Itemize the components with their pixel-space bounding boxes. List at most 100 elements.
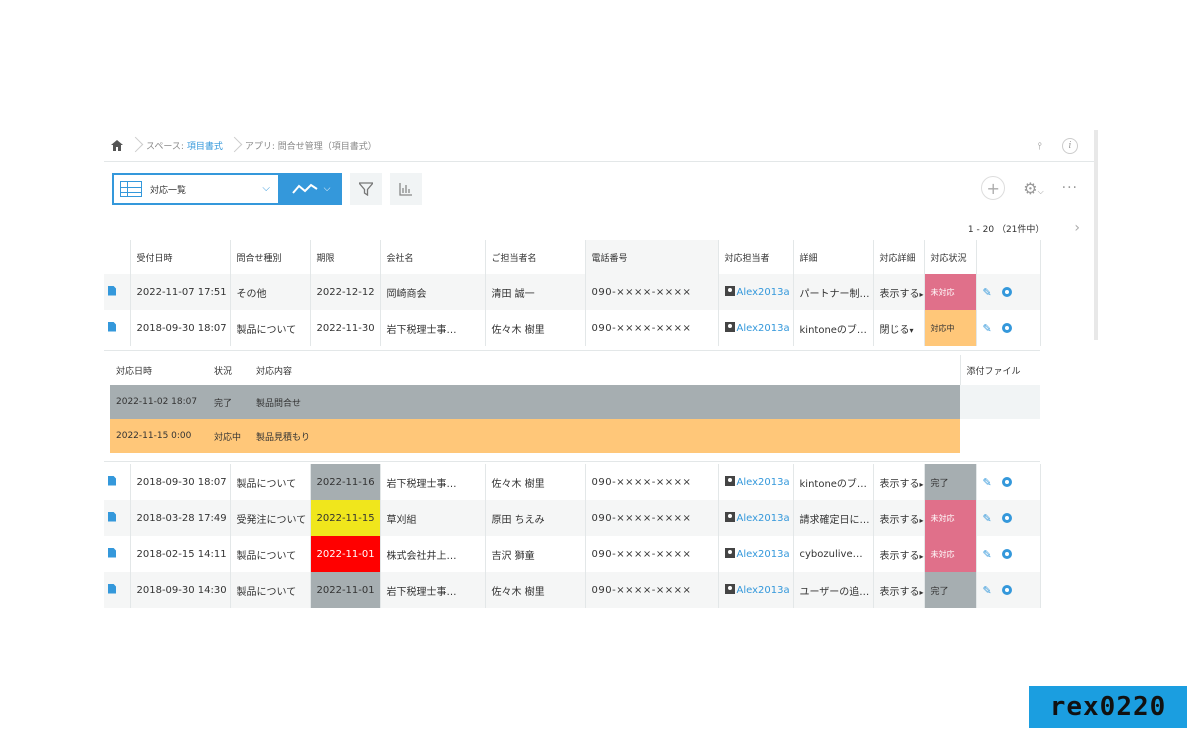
toggle-label[interactable]: 表示する xyxy=(880,479,920,490)
settings-icon[interactable] xyxy=(1001,323,1012,333)
cell-toggle[interactable]: 閉じる▾ xyxy=(873,310,925,346)
toggle-label[interactable]: 表示する xyxy=(880,587,920,598)
view-selector[interactable]: 対応一覧 ⌵ xyxy=(112,173,280,205)
cell-detail: ユーザーの追… xyxy=(793,572,874,608)
subtable-header: 対応内容 xyxy=(256,366,293,377)
cell-deadline: 2022-11-15 xyxy=(310,500,381,536)
document-icon[interactable] xyxy=(108,285,116,296)
table-row[interactable]: 2022-11-07 17:51 その他 2022-12-12 岡崎商会 清田 … xyxy=(104,274,1041,310)
subtable-header: 添付ファイル xyxy=(959,355,1040,385)
toggle-label[interactable]: 表示する xyxy=(880,551,920,562)
cell-detail: kintoneのブ… xyxy=(793,464,874,500)
table-row[interactable]: 2018-09-30 14:30 製品について 2022-11-01 岩下税理士… xyxy=(104,572,1041,608)
home-icon[interactable] xyxy=(104,140,130,151)
settings-icon[interactable] xyxy=(1001,477,1012,487)
expand-icon: ▸ xyxy=(919,515,924,525)
cell-contact: 吉沢 獅童 xyxy=(485,536,586,572)
space-name-link[interactable]: 項目書式 xyxy=(187,142,223,152)
pencil-icon[interactable]: ✎ xyxy=(983,322,992,335)
breadcrumb-app[interactable]: アプリ: 問合せ管理（項目書式） xyxy=(241,139,383,152)
cell-toggle[interactable]: 表示する▸ xyxy=(873,572,925,608)
cell-company[interactable]: 岩下税理士事… xyxy=(380,310,486,346)
column-header[interactable]: 詳細 xyxy=(793,240,874,274)
cell-contact: 佐々木 樹里 xyxy=(485,572,586,608)
cell-assignee[interactable]: Alex2013a xyxy=(737,287,790,298)
cell-toggle[interactable]: 表示する▸ xyxy=(873,536,925,572)
cell-assignee[interactable]: Alex2013a xyxy=(737,585,790,596)
pencil-icon[interactable]: ✎ xyxy=(983,476,992,489)
subtable-row: 2022-11-15 0:00 対応中 製品見積もり xyxy=(110,419,1040,453)
cell-toggle[interactable]: 表示する▸ xyxy=(873,274,925,310)
cell-contact: 佐々木 樹里 xyxy=(485,310,586,346)
document-icon[interactable] xyxy=(108,475,116,486)
cell-phone[interactable]: 090-××××-×××× xyxy=(585,310,719,346)
cell-company[interactable]: 岩下税理士事… xyxy=(380,572,486,608)
table-row[interactable]: 2018-09-30 18:07 製品について 2022-11-16 岩下税理士… xyxy=(104,464,1041,500)
cell-company[interactable]: 岡崎商会 xyxy=(380,274,486,310)
info-icon[interactable]: i xyxy=(1062,138,1078,154)
cell-company[interactable]: 株式会社井上… xyxy=(380,536,486,572)
cell-phone[interactable]: 090-××××-×××× xyxy=(585,536,719,572)
column-header[interactable]: 対応担当者 xyxy=(718,240,794,274)
column-header[interactable]: 会社名 xyxy=(380,240,486,274)
column-header[interactable]: 電話番号 xyxy=(585,240,719,274)
toggle-label[interactable]: 表示する xyxy=(880,289,920,300)
pencil-icon[interactable]: ✎ xyxy=(983,286,992,299)
chart-icon xyxy=(399,183,412,196)
next-page-icon[interactable]: › xyxy=(1074,220,1080,236)
cell-phone[interactable]: 090-××××-×××× xyxy=(585,464,719,500)
cell-company[interactable]: 草刈組 xyxy=(380,500,486,536)
column-header[interactable]: ご担当者名 xyxy=(485,240,586,274)
document-icon[interactable] xyxy=(108,511,116,522)
cell-assignee[interactable]: Alex2013a xyxy=(737,513,790,524)
subtable-panel: 対応日時 状況 対応内容 添付ファイル 2022-11-02 18:07 完了 … xyxy=(104,350,1040,462)
document-icon[interactable] xyxy=(108,583,116,594)
pencil-icon[interactable]: ✎ xyxy=(983,548,992,561)
subtable: 対応日時 状況 対応内容 添付ファイル 2022-11-02 18:07 完了 … xyxy=(110,355,1040,453)
plus-icon[interactable]: + xyxy=(981,176,1006,200)
table-row[interactable]: 2018-09-30 18:07 製品について 2022-11-30 岩下税理士… xyxy=(104,310,1041,346)
column-header[interactable]: 期限 xyxy=(310,240,381,274)
cell-deadline: 2022-12-12 xyxy=(310,274,381,310)
column-header[interactable]: 対応状況 xyxy=(924,240,977,274)
user-icon xyxy=(724,476,735,486)
breadcrumb: スペース: 項目書式 アプリ: 問合せ管理（項目書式） ⫯ i xyxy=(104,130,1098,162)
pencil-icon[interactable]: ✎ xyxy=(983,584,992,597)
document-icon[interactable] xyxy=(108,321,116,332)
app-prefix: アプリ: xyxy=(244,142,278,152)
filter-button[interactable] xyxy=(350,173,382,205)
column-header[interactable]: 対応詳細 xyxy=(873,240,925,274)
pencil-icon[interactable]: ✎ xyxy=(983,512,992,525)
column-header[interactable]: 受付日時 xyxy=(130,240,231,274)
more-icon[interactable]: ··· xyxy=(1062,180,1078,196)
graph-button[interactable]: ⌵ xyxy=(280,173,342,205)
cell-phone[interactable]: 090-××××-×××× xyxy=(585,274,719,310)
chevron-down-icon: ⌵ xyxy=(262,183,270,194)
cell-toggle[interactable]: 表示する▸ xyxy=(873,500,925,536)
table-row[interactable]: 2018-03-28 17:49 受発注について 2022-11-15 草刈組 … xyxy=(104,500,1041,536)
toggle-label[interactable]: 表示する xyxy=(880,515,920,526)
cell-phone[interactable]: 090-××××-×××× xyxy=(585,500,719,536)
cell-toggle[interactable]: 表示する▸ xyxy=(873,464,925,500)
kintone-app: スペース: 項目書式 アプリ: 問合せ管理（項目書式） ⫯ i 対応一覧 ⌵ ⌵… xyxy=(104,130,1098,608)
chart-button[interactable] xyxy=(390,173,422,205)
settings-icon[interactable] xyxy=(1001,549,1012,559)
table-row[interactable]: 2018-02-15 14:11 製品について 2022-11-01 株式会社井… xyxy=(104,536,1041,572)
cell-company[interactable]: 岩下税理士事… xyxy=(380,464,486,500)
breadcrumb-space[interactable]: スペース: 項目書式 xyxy=(142,139,229,152)
settings-icon[interactable] xyxy=(1001,287,1012,297)
pin-icon[interactable]: ⫯ xyxy=(1038,141,1042,152)
gear-icon[interactable]: ⚙⌵ xyxy=(1023,179,1043,198)
cell-assignee[interactable]: Alex2013a xyxy=(737,323,790,334)
column-header[interactable]: 問合せ種別 xyxy=(230,240,311,274)
cell-assignee[interactable]: Alex2013a xyxy=(737,549,790,560)
document-icon[interactable] xyxy=(108,547,116,558)
toggle-label[interactable]: 閉じる xyxy=(880,325,910,336)
cell-phone[interactable]: 090-××××-×××× xyxy=(585,572,719,608)
scrollbar[interactable] xyxy=(1094,130,1098,340)
settings-icon[interactable] xyxy=(1001,513,1012,523)
collapse-icon: ▾ xyxy=(909,325,914,335)
settings-icon[interactable] xyxy=(1001,585,1012,595)
cell-assignee[interactable]: Alex2013a xyxy=(737,477,790,488)
toolbar-right: + ⚙⌵ ··· xyxy=(981,176,1078,200)
